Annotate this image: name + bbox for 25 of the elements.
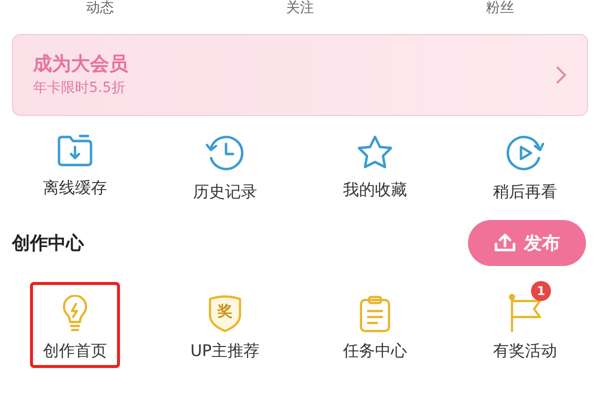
action-label[interactable]: 历史记录 — [193, 182, 257, 202]
vip-subtitle: 年卡限时5.5折 — [33, 79, 126, 98]
stats-tab[interactable]: 动态 — [86, 0, 114, 16]
stats-tab[interactable]: 关注 — [286, 0, 314, 16]
lightbulb-icon — [60, 295, 90, 333]
creator-item-label[interactable]: 创作首页 — [43, 341, 107, 361]
action-label[interactable]: 我的收藏 — [343, 180, 407, 200]
action-label[interactable]: 稍后再看 — [493, 182, 557, 202]
chevron-right-icon — [555, 65, 567, 85]
flag-icon — [507, 293, 543, 333]
creator-item-label[interactable]: 任务中心 — [343, 341, 407, 361]
folder-download-icon — [56, 134, 94, 168]
stats-tab[interactable]: 粉丝 — [486, 0, 514, 16]
notification-badge: 1 — [531, 281, 551, 301]
upload-icon — [494, 233, 516, 253]
creator-item-label[interactable]: 有奖活动 — [493, 341, 557, 361]
section-title: 创作中心 — [12, 232, 84, 256]
play-circle-icon — [505, 134, 545, 172]
action-label[interactable]: 离线缓存 — [43, 178, 107, 198]
clipboard-icon — [358, 295, 392, 333]
award-glyph: 奖 — [217, 303, 232, 319]
vip-title: 成为大会员 — [33, 52, 129, 76]
star-icon — [355, 134, 395, 170]
creator-item-label[interactable]: UP主推荐 — [190, 341, 260, 361]
clock-icon — [205, 134, 245, 172]
